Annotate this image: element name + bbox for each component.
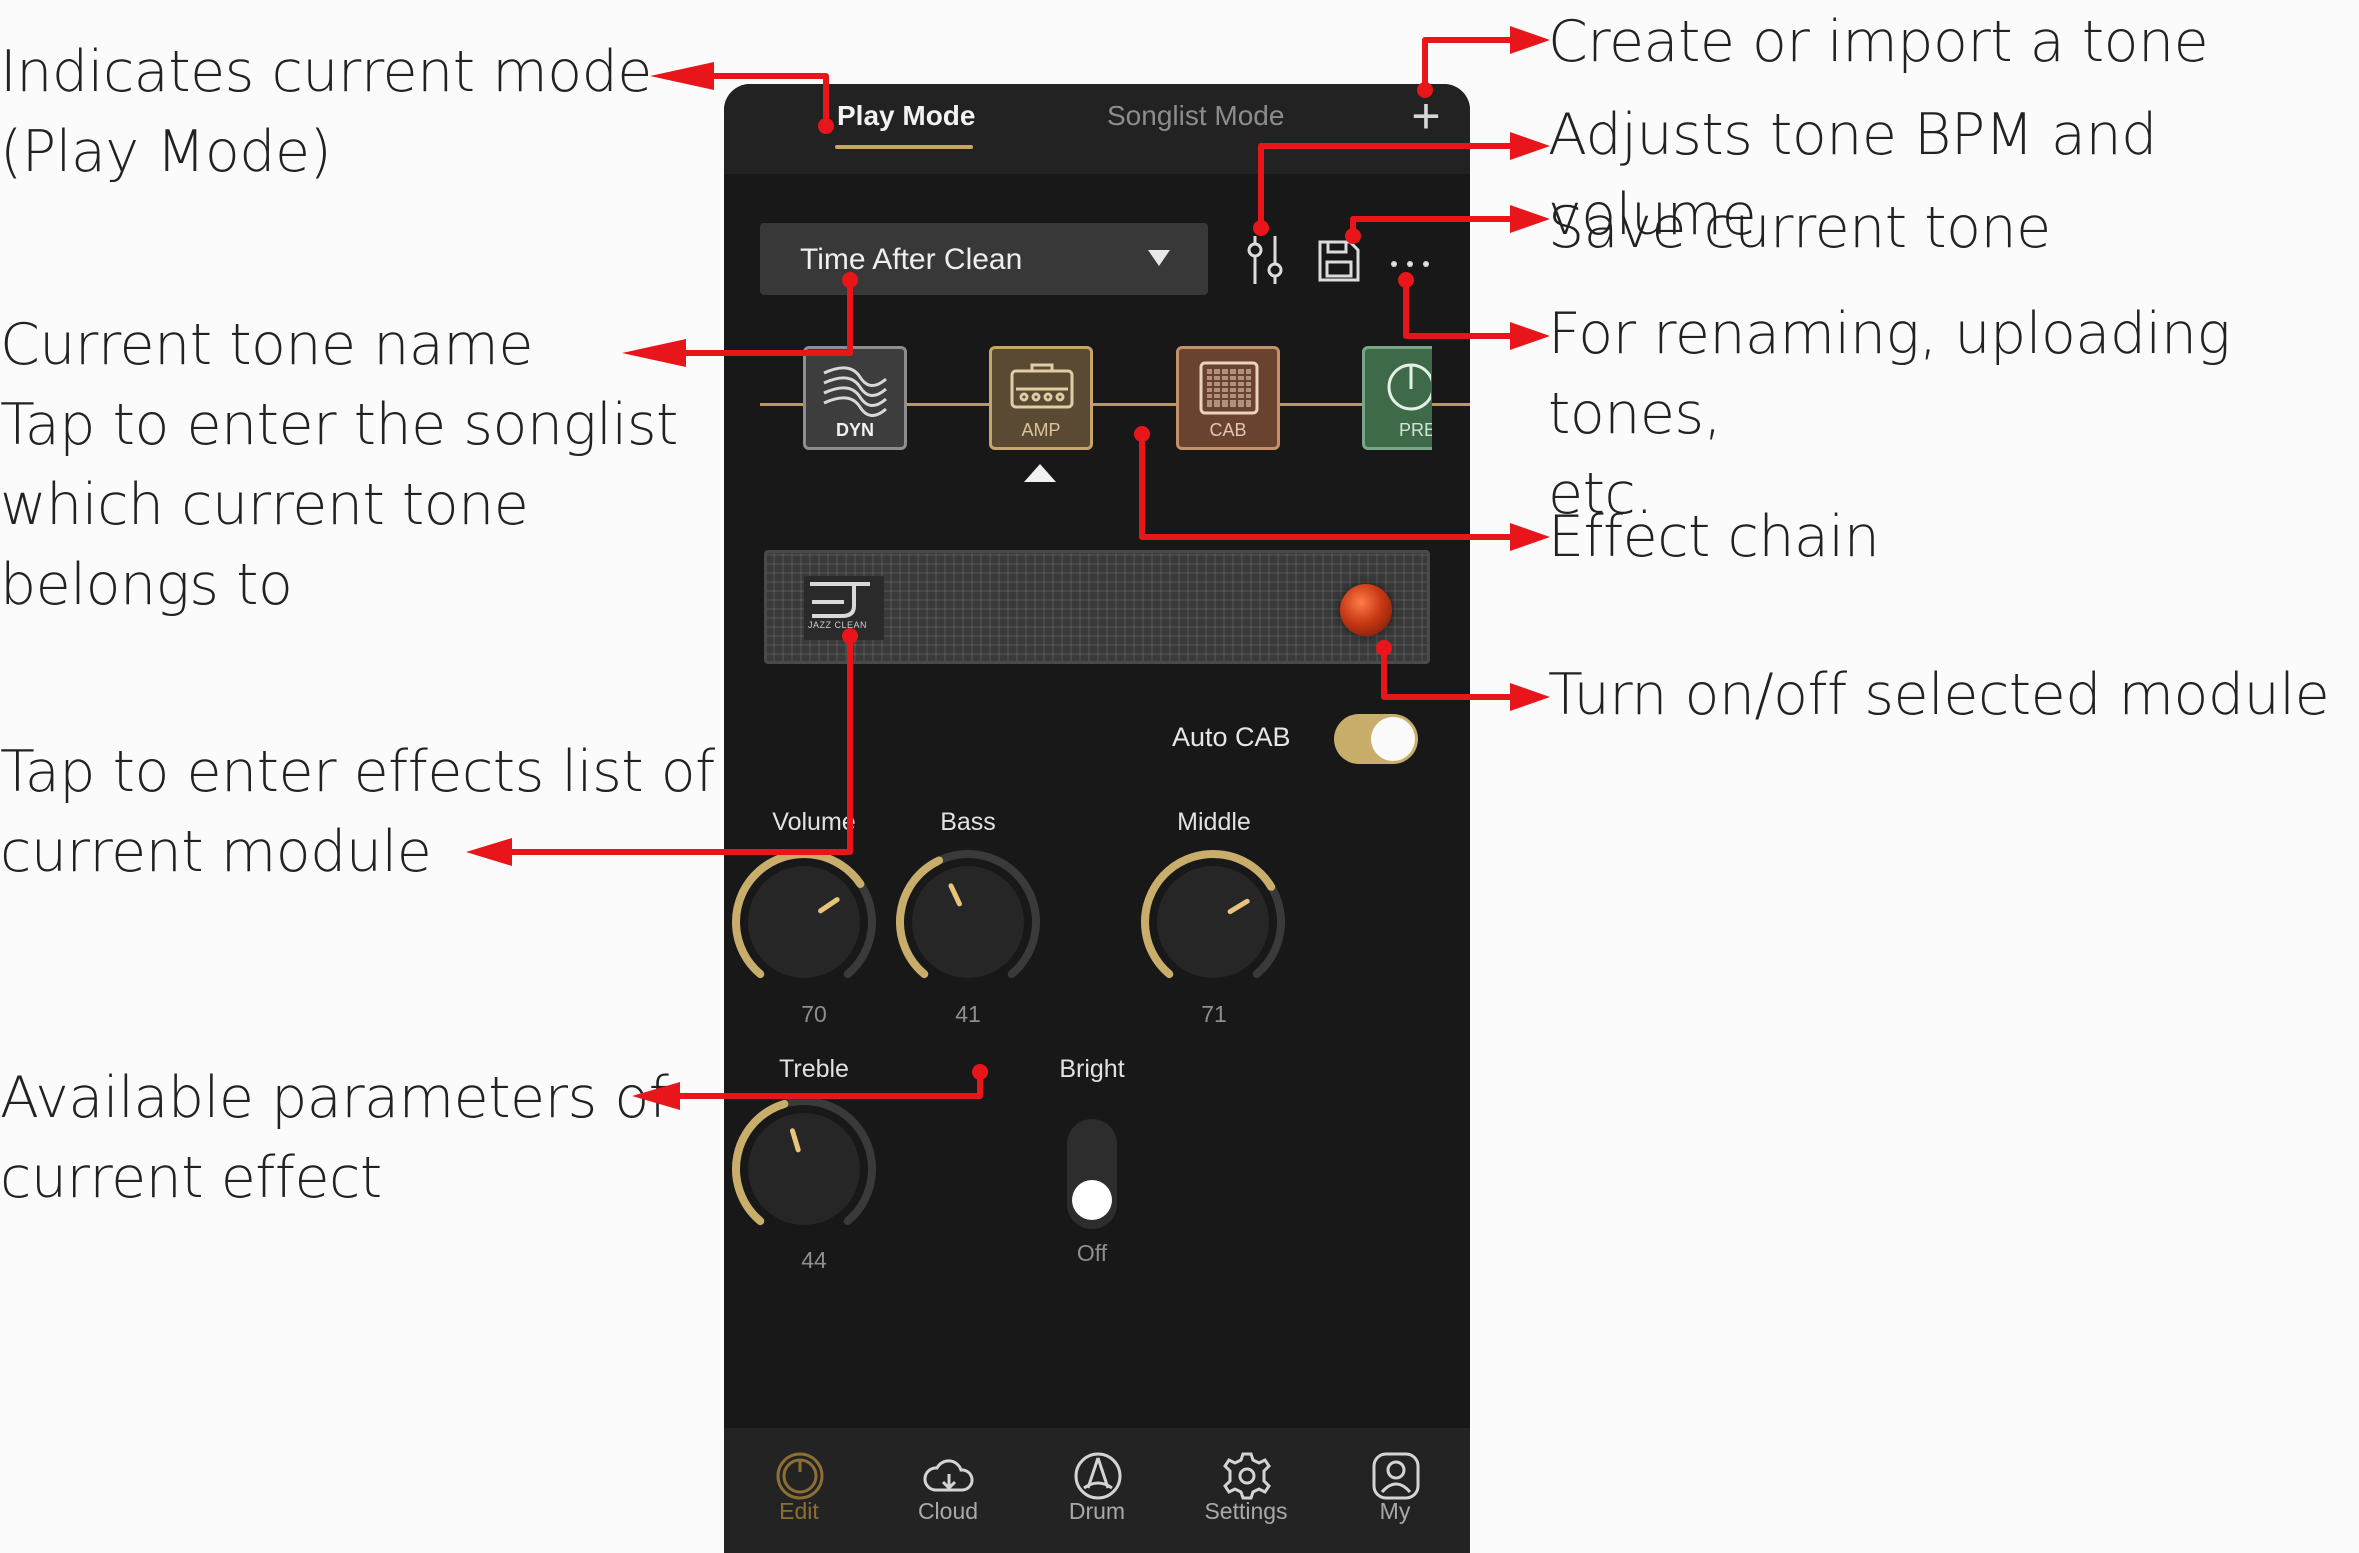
module-label: AMP (1021, 420, 1061, 440)
dropdown-caret-icon (1148, 250, 1170, 266)
pre-pedal-icon (1387, 363, 1431, 411)
tab-play-mode[interactable]: Play Mode (837, 100, 975, 132)
sliders-icon (1247, 236, 1283, 284)
knob-body (748, 866, 860, 978)
nav-drum[interactable]: Drum (1022, 1428, 1172, 1553)
drum-icon (1074, 1452, 1122, 1500)
switch-knob (1072, 1180, 1112, 1220)
param-value-middle: 71 (1201, 1001, 1227, 1027)
edit-knob-icon (776, 1452, 824, 1500)
settings-gear-icon (1223, 1452, 1271, 1500)
tone-name: Time After Clean (800, 243, 1023, 276)
add-tone-button[interactable]: + (1400, 90, 1452, 142)
annotation-effects-list: Tap to enter effects list of current mod… (0, 739, 715, 885)
more-options-button[interactable] (1382, 230, 1438, 290)
param-label-middle: Middle (1177, 808, 1251, 836)
nav-edit[interactable]: Edit (724, 1428, 874, 1553)
annotation-effect-chain: Effect chain (1548, 504, 1880, 570)
chain-module-cab[interactable]: CAB (1176, 346, 1280, 450)
param-value-volume: 70 (801, 1001, 827, 1027)
knob-body (748, 1113, 860, 1225)
nav-my[interactable]: My (1320, 1428, 1470, 1553)
nav-cloud[interactable]: Cloud (873, 1428, 1023, 1553)
param-value-treble: 44 (801, 1247, 827, 1273)
selected-module-caret-icon (1024, 464, 1056, 482)
more-icon (1391, 261, 1429, 267)
amp-logo (804, 576, 884, 640)
module-power-button[interactable] (1340, 584, 1392, 636)
phone-screen: Play Mode Songlist Mode + Time After Cle… (724, 84, 1470, 1553)
param-value-bass: 41 (955, 1001, 981, 1027)
nav-label: Edit (779, 1498, 819, 1524)
module-label: DYN (835, 420, 874, 440)
param-label-bass: Bass (940, 808, 996, 836)
annotation-save-tone: Save current tone (1548, 195, 2051, 261)
nav-settings[interactable]: Settings (1171, 1428, 1321, 1553)
annotation-create-tone: Create or import a tone (1548, 9, 2209, 75)
toggle-knob (1371, 717, 1415, 761)
module-label: CAB (1209, 420, 1247, 440)
bass-knob[interactable] (888, 842, 1048, 1002)
param-label-treble: Treble (779, 1055, 849, 1083)
chain-module-dyn[interactable]: DYN (803, 346, 907, 450)
amp-model-panel[interactable]: JAZZ CLEAN (764, 550, 1430, 664)
auto-cab-toggle[interactable] (1334, 714, 1418, 764)
module-label: PRE (1398, 420, 1432, 440)
knob-dial (732, 850, 876, 979)
bottom-nav: Edit Cloud Drum Settings My (724, 1428, 1470, 1553)
annotation-module-power: Turn on/off selected module (1548, 662, 2330, 728)
nav-label: My (1379, 1498, 1411, 1524)
knob-dial (1141, 850, 1285, 979)
param-label-bright: Bright (1059, 1055, 1125, 1083)
chain-module-pre[interactable]: PRE (1362, 346, 1432, 450)
tone-name-selector[interactable]: Time After Clean (760, 223, 1208, 295)
jazz-clean-logo-icon (810, 582, 870, 618)
cab-grille-icon (1199, 361, 1259, 415)
volume-knob[interactable] (724, 842, 884, 1002)
chain-module-amp[interactable]: AMP (989, 346, 1093, 450)
nav-label: Settings (1204, 1498, 1288, 1524)
active-tab-indicator (835, 145, 973, 149)
save-icon (1318, 240, 1360, 282)
annotation-parameters: Available parameters of current effect (0, 1065, 669, 1211)
knob-dial (732, 1097, 876, 1226)
annotation-mode-indicator: Indicates current mode (Play Mode) (0, 39, 652, 185)
knob-dial (896, 850, 1040, 979)
bright-switch[interactable] (1067, 1119, 1117, 1229)
cloud-icon (923, 1459, 974, 1492)
tab-songlist-mode[interactable]: Songlist Mode (1107, 100, 1284, 132)
mode-tab-bar: Play Mode Songlist Mode + (724, 84, 1470, 174)
nav-label: Drum (1068, 1498, 1126, 1524)
arrow-create-tone (1422, 37, 1522, 90)
amp-icon (1010, 363, 1074, 409)
auto-cab-label: Auto CAB (1172, 722, 1291, 752)
plus-icon: + (1411, 88, 1441, 144)
knob-body (912, 866, 1024, 978)
dyn-waves-icon (823, 366, 887, 417)
bpm-volume-button[interactable] (1237, 230, 1293, 290)
annotation-tone-name: Current tone name Tap to enter the songl… (0, 312, 678, 618)
user-icon (1372, 1452, 1420, 1500)
treble-knob[interactable] (724, 1089, 884, 1249)
knob-body (1157, 866, 1269, 978)
param-label-volume: Volume (772, 808, 856, 836)
middle-knob[interactable] (1133, 842, 1293, 1002)
amp-logo-text: JAZZ CLEAN (808, 620, 868, 630)
save-tone-button[interactable] (1310, 230, 1366, 290)
bright-state: Off (1076, 1240, 1108, 1266)
nav-label: Cloud (917, 1498, 979, 1524)
